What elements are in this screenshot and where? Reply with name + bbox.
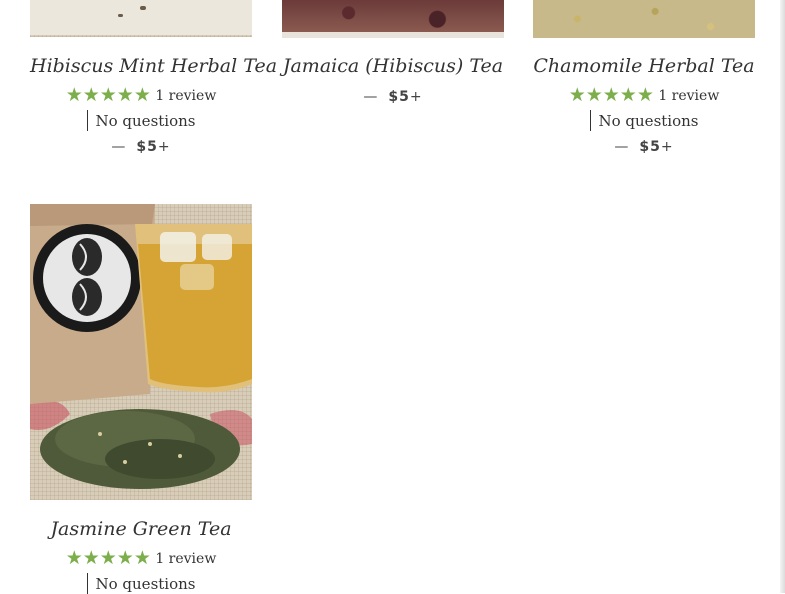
star-rating-icon: ★★★★★ (65, 547, 151, 569)
price-amount: $5 (639, 139, 661, 155)
star-rating-icon: ★★★★★ (65, 84, 151, 106)
jasmine-tea-photo (30, 204, 252, 489)
questions-label: No questions (95, 112, 196, 130)
page-scroll-edge (780, 0, 785, 593)
review-count: 1 review (658, 88, 720, 104)
price: — $5+ (111, 139, 171, 155)
questions-label: No questions (598, 112, 699, 130)
rating-row[interactable]: ★★★★★ 1 review (30, 547, 252, 569)
divider (86, 573, 88, 594)
divider (589, 110, 591, 131)
rating-row[interactable]: ★★★★★ 1 review (533, 84, 755, 106)
rating-row[interactable]: ★★★★★ 1 review (30, 84, 252, 106)
product-title[interactable]: Jamaica (Hibiscus) Tea (282, 55, 504, 77)
product-title[interactable]: Jasmine Green Tea (30, 518, 252, 540)
product-image-jamaica[interactable] (282, 0, 504, 38)
review-count: 1 review (155, 551, 217, 567)
price-amount: $5 (136, 139, 158, 155)
questions-row: No questions (30, 573, 252, 594)
product-title[interactable]: Hibiscus Mint Herbal Tea (30, 55, 277, 77)
questions-row: No questions (533, 110, 755, 131)
product-image-chamomile[interactable] (533, 0, 755, 38)
product-image-hibiscus-mint[interactable] (30, 0, 252, 37)
price: — $5+ (614, 139, 674, 155)
product-image-jasmine-green[interactable] (30, 204, 252, 500)
product-title[interactable]: Chamomile Herbal Tea (533, 55, 755, 77)
price: — $5+ (363, 89, 423, 105)
divider (86, 110, 88, 131)
questions-row: No questions (30, 110, 252, 131)
review-count: 1 review (155, 88, 217, 104)
questions-label: No questions (95, 575, 196, 593)
price-amount: $5 (388, 89, 410, 105)
star-rating-icon: ★★★★★ (568, 84, 654, 106)
